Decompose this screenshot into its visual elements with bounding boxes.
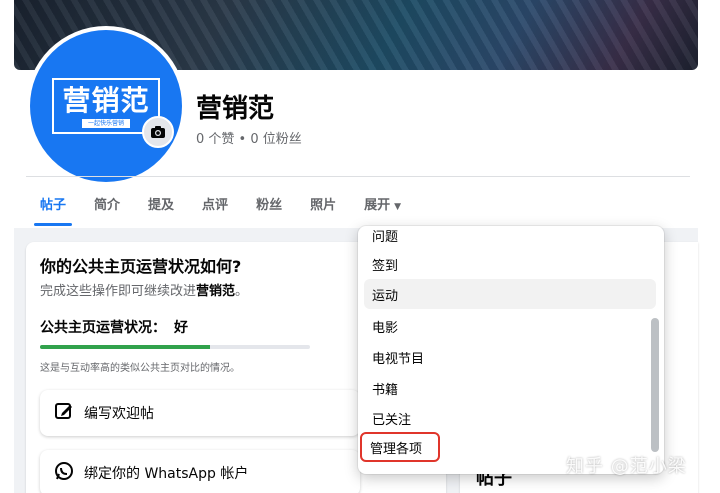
caret-down-icon: ▼	[394, 202, 402, 212]
camera-icon[interactable]	[142, 116, 174, 148]
health-progress-bar	[40, 345, 310, 349]
profile-tabs: 帖子 简介 提及 点评 粉丝 照片 展开 ▼	[26, 186, 415, 226]
menu-scrollbar[interactable]	[651, 318, 659, 452]
tab-more[interactable]: 展开 ▼	[350, 186, 415, 226]
menu-item-tv-shows[interactable]: 电视节目	[364, 342, 656, 372]
tab-reviews[interactable]: 点评	[188, 186, 242, 226]
more-menu: 问题 签到 运动 电影 电视节目 书籍 已关注 管理各项	[358, 226, 664, 474]
header-divider	[26, 176, 690, 177]
edit-icon	[54, 401, 74, 425]
action-label: 编写欢迎帖	[84, 406, 154, 422]
menu-item-sports[interactable]: 运动	[364, 279, 656, 309]
menu-item-books[interactable]: 书籍	[364, 373, 656, 403]
page-title: 营销范	[196, 94, 275, 124]
connect-whatsapp-button[interactable]: 绑定你的 WhatsApp 帐户	[40, 450, 360, 493]
whatsapp-icon	[54, 461, 74, 485]
page-stats: 0 个赞 • 0 位粉丝	[196, 132, 302, 147]
write-welcome-post-button[interactable]: 编写欢迎帖	[40, 390, 360, 436]
tab-posts[interactable]: 帖子	[26, 186, 80, 226]
menu-item-movies[interactable]: 电影	[364, 311, 656, 341]
action-label: 绑定你的 WhatsApp 帐户	[84, 466, 249, 482]
health-progress-fill	[40, 345, 211, 349]
menu-item-manage-sections[interactable]: 管理各项	[360, 432, 440, 462]
watermark: 知乎 @范小梁	[566, 456, 687, 477]
menu-item-checkins[interactable]: 签到	[364, 249, 656, 279]
tab-followers[interactable]: 粉丝	[242, 186, 296, 226]
menu-item-questions[interactable]: 问题	[364, 226, 656, 250]
logo-subtitle: 一起快乐营销	[81, 119, 130, 128]
tab-about[interactable]: 简介	[80, 186, 134, 226]
profile-avatar[interactable]: 营销范 一起快乐营销	[26, 26, 186, 186]
logo-text: 营销范	[62, 84, 150, 117]
tab-photos[interactable]: 照片	[296, 186, 350, 226]
tab-mentions[interactable]: 提及	[134, 186, 188, 226]
menu-item-following[interactable]: 已关注	[364, 403, 656, 433]
